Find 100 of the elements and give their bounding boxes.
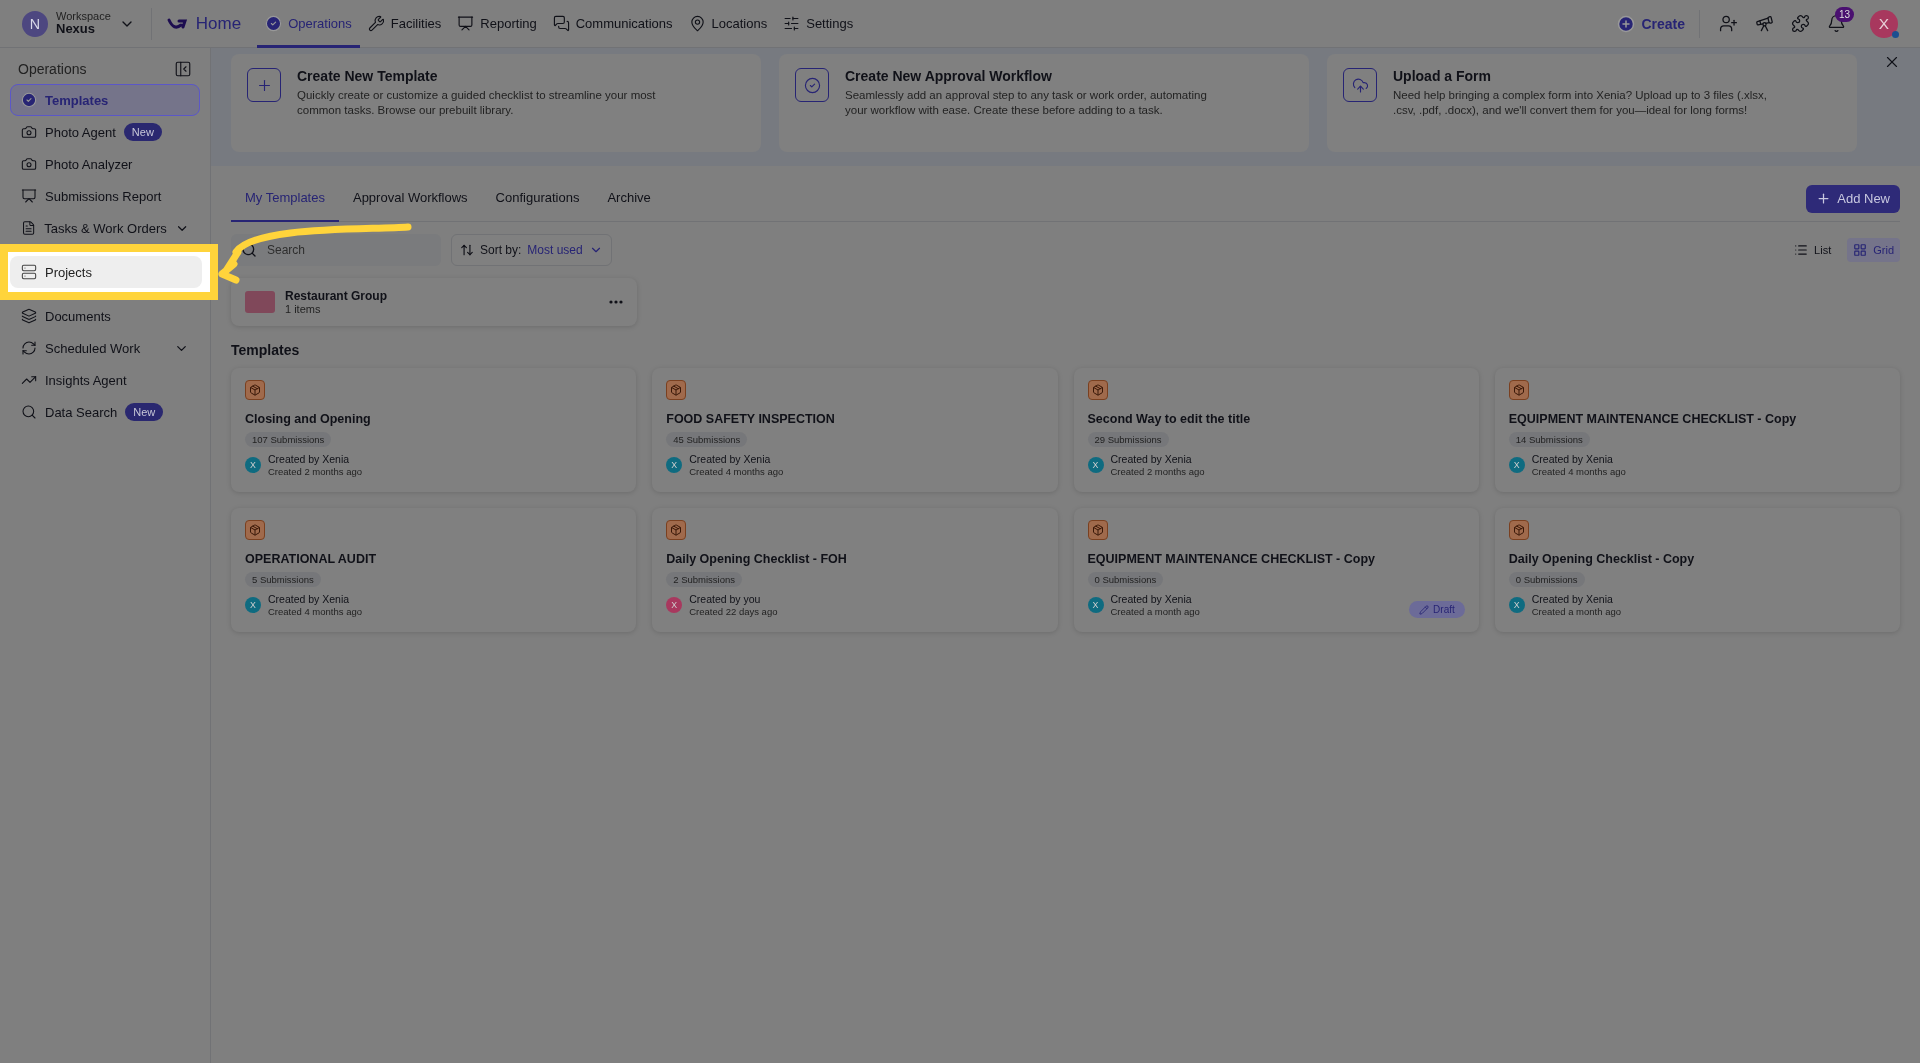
document-icon (21, 220, 37, 236)
add-new-button[interactable]: Add New (1806, 184, 1900, 213)
banner-text: Seamlessly add an approval step to any task or work order, automating your workflow with ease. Create these before adding to a task. (845, 88, 1208, 118)
creator-name: Created by Xenia (1110, 593, 1193, 606)
sidebar-item[interactable]: Tasks & Work Orders (10, 212, 200, 244)
package-icon (666, 380, 687, 400)
tab[interactable]: Configurations (481, 175, 594, 222)
sidebar-item[interactable]: Photo Agent New (10, 116, 200, 148)
pencil-icon (1419, 604, 1430, 615)
nav-tab[interactable]: Facilities (359, 0, 450, 48)
created-date: Created 4 months ago (689, 465, 784, 477)
template-card[interactable]: EQUIPMENT MAINTENANCE CHECKLIST - Copy 14 Submissions X Created by Xenia Created 4 months ago (1494, 368, 1900, 492)
creator-avatar: X (666, 597, 683, 613)
template-card[interactable]: EQUIPMENT MAINTENANCE CHECKLIST - Copy 0 Submissions X Created by Xenia Created a month ago Draft (1073, 508, 1479, 632)
creator-name: Created by Xenia (1531, 453, 1614, 466)
sidebar-item[interactable]: Submissions Report (10, 180, 200, 212)
folder-count: 1 items (285, 303, 322, 315)
folder-name: Restaurant Group (285, 289, 388, 303)
draft-badge: Draft (1409, 601, 1465, 618)
template-card[interactable]: Closing and Opening 107 Submissions X Created by Xenia Created 2 months ago (231, 368, 637, 492)
created-date: Created 2 months ago (1110, 465, 1205, 477)
create-button[interactable]: Create (1617, 9, 1700, 38)
sliders-icon (783, 15, 801, 32)
submissions-count: 0 Submissions (1508, 572, 1585, 587)
workspace-name[interactable]: Nexus (56, 22, 111, 38)
template-card[interactable]: Daily Opening Checklist - Copy 0 Submissions X Created by Xenia Created a month ago (1494, 508, 1900, 632)
creator-name: Created by Xenia (1531, 593, 1614, 606)
new-badge: New (123, 123, 162, 141)
sidebar-item[interactable]: Data Search New (10, 396, 200, 428)
chat-icon (552, 15, 570, 32)
view-toggle[interactable]: List (1788, 238, 1838, 262)
sidebar-item[interactable]: Scheduled Work (10, 332, 200, 364)
section-title: Templates (231, 342, 301, 358)
creator-avatar: X (666, 457, 683, 473)
sidebar-title: Operations (18, 61, 87, 77)
collapse-sidebar-icon[interactable] (174, 60, 192, 78)
sort-dropdown[interactable]: Sort by: Most used (451, 234, 612, 266)
sidebar-item[interactable]: Templates (10, 84, 200, 116)
more-button[interactable] (609, 300, 623, 304)
plus-icon (1816, 191, 1832, 206)
plus-icon (247, 68, 281, 102)
submissions-count: 29 Submissions (1087, 432, 1169, 447)
nav-tab[interactable]: Settings (775, 0, 862, 48)
creator-name: Created by you (689, 593, 762, 606)
banner-text: Need help bringing a complex form into Xenia? Upload up to 3 files (.xlsx, .csv, .pdf, .docx), and we'll convert them for you—ideal for long forms! (1393, 88, 1768, 118)
template-card[interactable]: FOOD SAFETY INSPECTION 45 Submissions X Created by Xenia Created 4 months ago (652, 368, 1058, 492)
workspace-avatar: N (22, 10, 48, 37)
sidebar-item[interactable]: Photo Analyzer (10, 148, 200, 180)
nav-tab[interactable]: Reporting (449, 0, 545, 48)
sidebar-item[interactable]: Insights Agent (10, 364, 200, 396)
view-toggle[interactable]: Grid (1847, 238, 1900, 262)
nav-tab[interactable]: Communications (544, 0, 681, 48)
cloud-upload-icon (1343, 68, 1377, 102)
package-icon (1508, 380, 1529, 400)
template-card[interactable]: Second Way to edit the title 29 Submissions X Created by Xenia Created 2 months ago (1073, 368, 1479, 492)
package-icon (666, 520, 687, 540)
presentation-icon (457, 15, 475, 32)
search-field[interactable]: Search (231, 234, 441, 266)
user-plus-icon (1718, 14, 1738, 33)
user-avatar[interactable]: X (1870, 9, 1898, 38)
tab[interactable]: Archive (593, 175, 665, 222)
template-title: FOOD SAFETY INSPECTION (666, 412, 836, 426)
package-icon (245, 520, 265, 540)
created-date: Created 4 months ago (268, 605, 362, 617)
banner-card[interactable]: Create New Template Quickly create or customize a guided checklist to streamline your most common tasks. Browse our prebuilt library. (231, 54, 761, 152)
creator-avatar: X (245, 597, 261, 613)
folder-thumbnail (245, 291, 275, 313)
tab[interactable]: My Templates (231, 175, 339, 222)
submissions-count: 107 Submissions (245, 432, 332, 447)
ellipsis-icon (609, 300, 623, 304)
search-icon (241, 242, 257, 258)
banner-card[interactable]: Upload a Form Need help bringing a complex form into Xenia? Upload up to 3 files (.xlsx, .csv, .pdf, .docx), and we'll convert them for you—ideal for long forms! (1327, 54, 1857, 152)
search-input[interactable]: Search (265, 234, 431, 266)
banner-text: Quickly create or customize a guided checklist to streamline your most common tasks. Browse our prebuilt library. (297, 88, 657, 118)
refresh-icon (21, 340, 37, 356)
nav-tab[interactable]: Locations (680, 0, 776, 48)
package-icon (1087, 520, 1108, 540)
tab[interactable]: Approval Workflows (338, 175, 482, 222)
grid-icon (1853, 243, 1868, 257)
package-icon (1508, 520, 1529, 540)
template-card[interactable]: Daily Opening Checklist - FOH 2 Submissions X Created by you Created 22 days ago (652, 508, 1058, 632)
template-card[interactable]: OPERATIONAL AUDIT 5 Submissions X Created by Xenia Created 4 months ago (231, 508, 637, 632)
folder-card[interactable]: Restaurant Group 1 items (231, 278, 637, 326)
check-circle-icon (265, 15, 283, 32)
creator-avatar: X (1508, 597, 1525, 613)
banner-card[interactable]: Create New Approval Workflow Seamlessly add an approval step to any task or work order, automating your workflow with ease. Create these before adding to a task. (779, 54, 1309, 152)
created-date: Created 4 months ago (1531, 465, 1626, 477)
creator-avatar: X (245, 457, 261, 473)
notification-count: 13 (1834, 6, 1854, 22)
notifications-button[interactable]: 13 (1818, 5, 1854, 42)
submissions-count: 45 Submissions (666, 432, 748, 447)
created-date: Created 22 days ago (689, 605, 778, 617)
template-title: Closing and Opening (245, 412, 372, 426)
package-icon (1087, 380, 1108, 400)
home-link[interactable]: Home (165, 13, 242, 34)
sidebar-item[interactable]: Documents (10, 300, 200, 332)
template-title: Daily Opening Checklist - Copy (1508, 552, 1696, 566)
submissions-count: 5 Submissions (245, 572, 321, 587)
sidebar-item[interactable]: Projects (10, 256, 202, 288)
workspace-label: Workspace (56, 9, 111, 23)
